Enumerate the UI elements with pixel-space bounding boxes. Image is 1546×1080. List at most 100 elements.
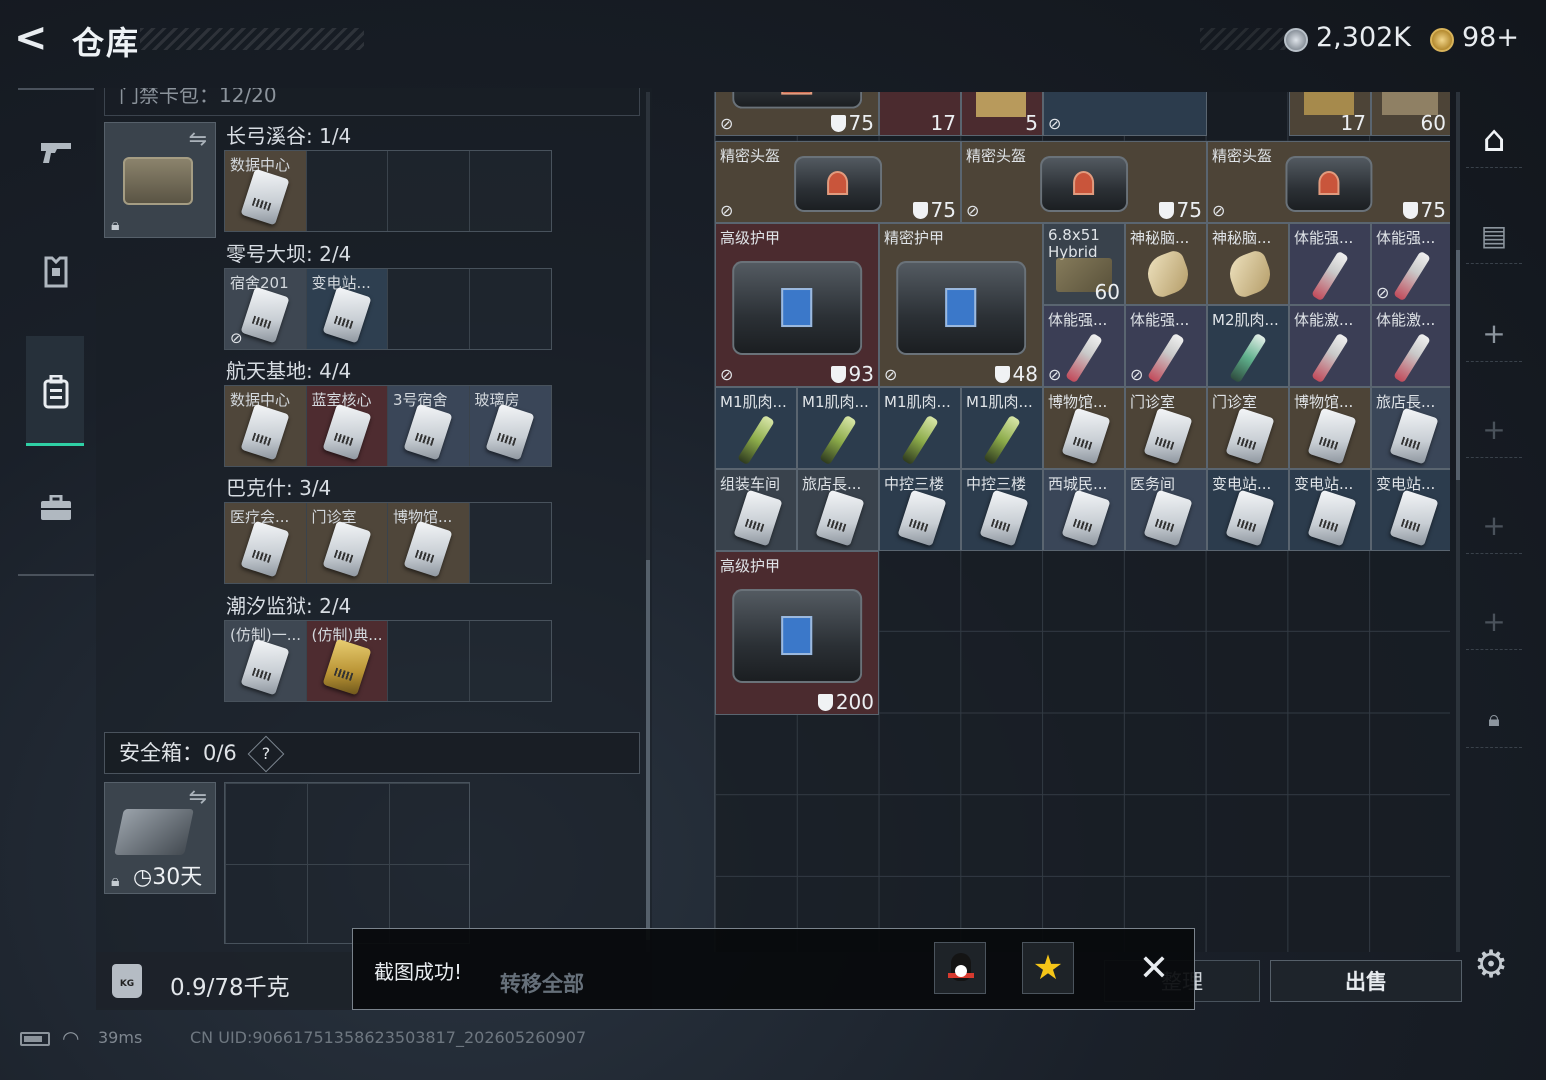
item-tile[interactable]: 精密头盔 ⊘ 75 [715,141,961,223]
syringe-icon [1147,332,1185,384]
item-tile[interactable]: M1肌肉... [961,387,1043,469]
keycard-slot[interactable]: 医疗会... [225,503,307,583]
swap-icon[interactable]: ⇋ [189,785,207,810]
keycard-slot-empty[interactable] [469,151,551,231]
safe-box-grid[interactable] [224,782,470,944]
keycard-slot-empty[interactable] [306,151,388,231]
keycard-slot[interactable]: (仿制)一... [225,621,307,701]
storage-grid[interactable]: ⊘ 75 17 5 ⊘ 17 60 精密头盔 ⊘ 75 精密头盔 ⊘ 75 精密… [714,92,1450,952]
item-tile[interactable]: 高级护甲 200 [715,551,879,715]
storage-page-icon[interactable]: ▤ [1466,208,1522,264]
item-tile[interactable]: 17 [1289,92,1371,136]
item-tile[interactable]: 旅店長... [1371,387,1450,469]
item-tile[interactable]: 中控三楼 [961,469,1043,551]
item-tile[interactable]: 组装车间 [715,469,797,551]
gun-icon[interactable] [28,124,84,180]
item-label: 精密头盔 [720,147,781,165]
keycard-row-bakesh: 医疗会... 门诊室 博物馆... [224,502,552,584]
swap-icon[interactable]: ⇋ [189,127,207,152]
item-tile[interactable]: 60 [1371,92,1450,136]
add-page-icon[interactable]: + [1466,402,1522,458]
item-tile[interactable]: 变电站... [1289,469,1371,551]
item-tile[interactable]: 17 [879,92,961,136]
keycard-slot-empty[interactable] [388,269,470,349]
item-tile[interactable]: 体能强... ⊘ [1371,223,1450,305]
item-tile[interactable]: 博物馆... [1043,387,1125,469]
item-tile[interactable]: 中控三楼 [879,469,961,551]
lock-icon: 🔒︎ [111,871,120,890]
item-tile[interactable]: 体能强... ⊘ [1125,305,1207,387]
transfer-all-button[interactable]: 转移全部 [500,968,584,998]
item-tile[interactable]: M1肌肉... [879,387,961,469]
item-tile[interactable]: 体能强... [1289,223,1371,305]
item-tile[interactable]: M2肌肉... [1207,305,1289,387]
briefcase-icon[interactable] [28,480,84,536]
keycard-icon [733,489,783,547]
item-tile[interactable]: 门诊室 [1207,387,1289,469]
lock-icon[interactable]: 🔒︎ [1466,692,1522,748]
add-page-icon[interactable]: + [1466,594,1522,650]
item-tile[interactable]: 旅店長... [797,469,879,551]
storage-scrollbar-thumb[interactable] [1456,250,1460,480]
keycard-slot-empty[interactable] [469,269,551,349]
item-tile[interactable]: 5 [961,92,1043,136]
item-tile[interactable]: 体能强... ⊘ [1043,305,1125,387]
safe-box-slot[interactable]: ⇋ 🔒︎ ◷30天 [104,782,216,894]
left-scrollbar-thumb[interactable] [646,560,650,940]
item-tile[interactable]: 6.8x51 Hybrid 60 [1043,223,1125,305]
item-tile[interactable]: ⊘ 75 [715,92,879,136]
item-tile[interactable]: 精密头盔 ⊘ 75 [961,141,1207,223]
keycard-slot[interactable]: 博物馆... [388,503,470,583]
keycard-icon [403,403,453,461]
item-label: 门诊室 [1130,393,1176,411]
keycard-slot[interactable]: 蓝室核心 [306,386,388,466]
item-tile[interactable]: 神秘脑... [1125,223,1207,305]
item-tile[interactable]: 精密护甲 ⊘ 48 [879,223,1043,387]
add-page-icon[interactable]: + [1466,498,1522,554]
keycard-slot[interactable]: 门诊室 [306,503,388,583]
syringe-icon [901,414,939,466]
item-tile[interactable]: 神秘脑... [1207,223,1289,305]
item-tile[interactable]: 高级护甲 ⊘ 93 [715,223,879,387]
item-tile[interactable]: 博物馆... [1289,387,1371,469]
keycard-slot-empty[interactable] [388,151,470,231]
syringe-icon [1229,332,1267,384]
item-tile[interactable]: M1肌肉... [715,387,797,469]
qq-share-button[interactable] [934,942,986,994]
item-tile[interactable]: M1肌肉... [797,387,879,469]
keycard-slot[interactable]: 数据中心 [225,151,307,231]
armor-icon[interactable] [28,244,84,300]
coin-amount[interactable]: 98+ [1462,22,1519,53]
backpack-icon[interactable] [28,364,84,420]
item-tile[interactable]: 门诊室 [1125,387,1207,469]
keycard-slot-empty[interactable] [469,503,551,583]
keycard-slot[interactable]: 3号宿舍 [388,386,470,466]
keycard-slot[interactable]: 玻璃房 [469,386,551,466]
item-label: 精密护甲 [884,229,945,247]
close-icon[interactable]: ✕ [1134,950,1174,990]
item-tile[interactable]: 变电站... [1207,469,1289,551]
item-tile[interactable]: 医务间 [1125,469,1207,551]
item-tile[interactable]: 体能激... [1289,305,1371,387]
qzone-share-button[interactable]: ★ [1022,942,1074,994]
help-icon[interactable]: ? [248,735,285,773]
add-page-icon[interactable]: + [1466,306,1522,362]
gear-icon[interactable]: ⚙ [1474,942,1508,986]
keycard-slot[interactable]: (仿制)典... [306,621,388,701]
safe-box-header: 安全箱：0/6 ? [104,732,640,774]
item-tile[interactable]: 精密头盔 ⊘ 75 [1207,141,1450,223]
warehouse-tab-icon[interactable]: ⌂ [1466,112,1522,168]
keycard-case-slot[interactable]: ⇋ 🔒︎ [104,122,216,238]
keycard-slot[interactable]: 数据中心 [225,386,307,466]
item-tile[interactable]: 西城民... [1043,469,1125,551]
item-tile[interactable]: 变电站... [1371,469,1450,551]
keycard-slot-empty[interactable] [469,621,551,701]
back-button[interactable]: < [14,18,58,62]
keycard-slot[interactable]: 变电站... [306,269,388,349]
item-tile[interactable]: ⊘ [1043,92,1207,136]
keycard-slot[interactable]: 宿舍201 ⊘ [225,269,307,349]
item-tile[interactable]: 体能激... [1371,305,1450,387]
storage-scrollbar-track[interactable] [1456,92,1460,952]
sell-button[interactable]: 出售 [1270,960,1462,1002]
keycard-slot-empty[interactable] [388,621,470,701]
